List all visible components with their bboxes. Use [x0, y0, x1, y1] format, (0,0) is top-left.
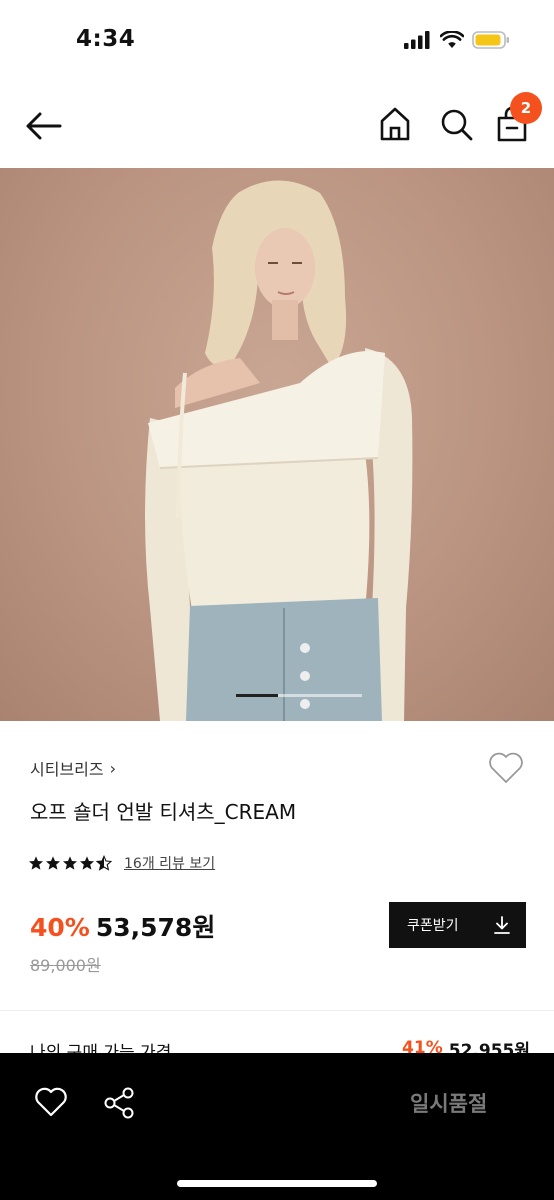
discount-rate: 40% [30, 913, 90, 942]
half-star-icon [96, 855, 112, 871]
search-icon[interactable] [438, 104, 474, 144]
signal-icon [404, 31, 430, 49]
bottom-action-bar [0, 1053, 554, 1200]
battery-icon [472, 31, 509, 49]
product-image[interactable] [0, 168, 554, 721]
sale-price: 53,578원 [95, 913, 216, 942]
star-icon [63, 856, 77, 870]
original-price: 89,000원 [30, 956, 101, 975]
download-icon [494, 916, 510, 934]
brand-link[interactable]: 시티브리즈 › [30, 756, 116, 780]
rating-row: 16개 리뷰 보기 [28, 853, 215, 873]
status-bar: 4:34 [0, 0, 554, 84]
divider [0, 1010, 554, 1011]
heart-icon[interactable] [34, 1086, 68, 1118]
wifi-icon [440, 31, 464, 48]
review-link[interactable]: 16개 리뷰 보기 [124, 853, 215, 873]
pager-dot [278, 694, 320, 697]
coupon-label: 쿠폰받기 [407, 918, 459, 934]
pager-dot [320, 694, 362, 697]
navigation-bar [0, 84, 554, 168]
image-pager [236, 694, 362, 697]
status-time: 4:34 [76, 26, 136, 52]
star-icon [46, 856, 60, 870]
star-icon [29, 856, 43, 870]
heart-icon[interactable] [487, 750, 525, 786]
status-icons [404, 30, 510, 50]
home-indicator [177, 1180, 377, 1187]
home-icon[interactable] [377, 104, 413, 144]
cart-count-badge: 2 [510, 92, 542, 124]
product-title: 오프 숄더 언발 티셔츠_CREAM [30, 800, 297, 824]
star-rating [28, 855, 112, 871]
share-icon[interactable] [102, 1086, 136, 1120]
coupon-button[interactable]: 쿠폰받기 [389, 902, 526, 948]
price-row: 40% 53,578원 [30, 908, 215, 944]
back-arrow-icon[interactable] [22, 106, 66, 146]
brand-name: 시티브리즈 [30, 760, 104, 779]
product-photo [145, 180, 413, 721]
chevron-right-icon: › [109, 758, 117, 778]
soldout-button[interactable]: 일시품절 [410, 1088, 487, 1118]
pager-dot-active [236, 694, 278, 697]
star-icon [80, 856, 94, 870]
